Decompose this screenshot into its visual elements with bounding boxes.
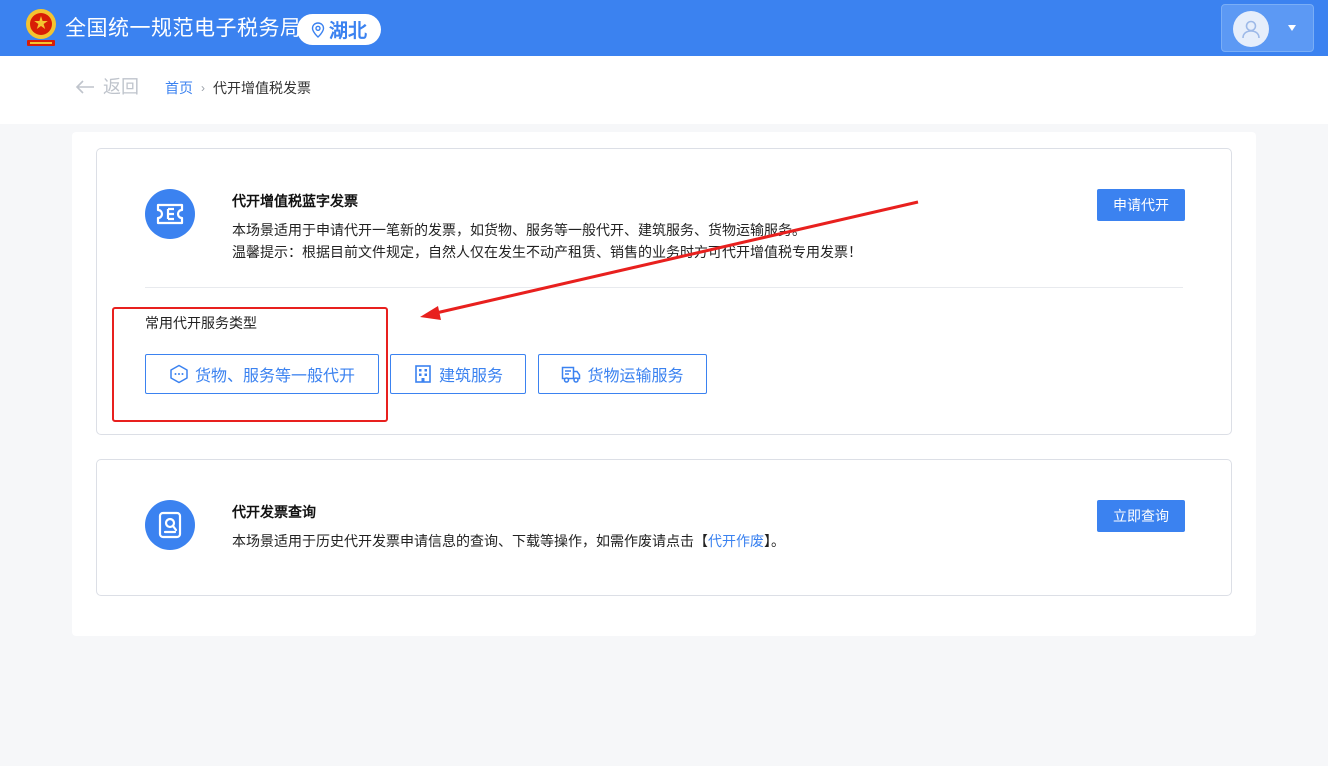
breadcrumb-bar: 返回 首页 › 代开增值税发票 (0, 56, 1328, 124)
arrow-left-icon (75, 80, 94, 94)
apply-issue-button[interactable]: 申请代开 (1097, 189, 1185, 221)
service-type-transport-button[interactable]: 货物运输服务 (538, 354, 707, 394)
void-invoice-link[interactable]: 代开作废 (708, 533, 764, 549)
breadcrumb-home-link[interactable]: 首页 (165, 79, 193, 97)
back-label: 返回 (103, 77, 139, 97)
breadcrumb-current: 代开增值税发票 (213, 80, 311, 96)
query-desc-suffix: 】。 (764, 533, 785, 549)
top-header: 全国统一规范电子税务局 湖北 (0, 0, 1328, 56)
query-desc-prefix: 本场景适用于历史代开发票申请信息的查询、下载等操作，如需作废请点击【 (232, 533, 708, 549)
issue-card-desc-line2: 温馨提示：根据目前文件规定，自然人仅在发生不动产租赁、销售的业务时方可代开增值税… (232, 244, 862, 260)
user-menu[interactable] (1221, 4, 1314, 52)
back-button[interactable]: 返回 (75, 75, 139, 99)
region-label: 湖北 (328, 21, 367, 42)
national-emblem-icon (26, 9, 56, 46)
region-selector[interactable]: 湖北 (297, 14, 381, 45)
query-invoice-card (96, 459, 1232, 596)
breadcrumb: 首页 › 代开增值税发票 (165, 79, 311, 97)
building-icon (415, 365, 431, 383)
query-card-title: 代开发票查询 (232, 504, 316, 520)
search-record-icon (145, 500, 195, 550)
annotation-highlight-box (112, 307, 388, 422)
service-type-construction-button[interactable]: 建筑服务 (390, 354, 526, 394)
issue-card-desc-line1: 本场景适用于申请代开一笔新的发票，如货物、服务等一般代开、建筑服务、货物运输服务… (232, 222, 806, 238)
service-type-label: 建筑服务 (438, 368, 503, 385)
query-now-button[interactable]: 立即查询 (1097, 500, 1185, 532)
card-divider (145, 287, 1183, 288)
issue-card-title: 代开增值税蓝字发票 (232, 193, 358, 209)
truck-icon (562, 366, 581, 383)
site-title: 全国统一规范电子税务局 (65, 17, 302, 40)
query-card-desc: 本场景适用于历史代开发票申请信息的查询、下载等操作，如需作废请点击【代开作废】。 (232, 530, 785, 552)
user-avatar-icon (1233, 11, 1269, 47)
chevron-down-icon (1288, 25, 1296, 31)
location-pin-icon (311, 21, 325, 38)
ticket-icon (145, 189, 195, 239)
service-type-label: 货物运输服务 (587, 368, 684, 385)
breadcrumb-separator: › (201, 81, 205, 95)
